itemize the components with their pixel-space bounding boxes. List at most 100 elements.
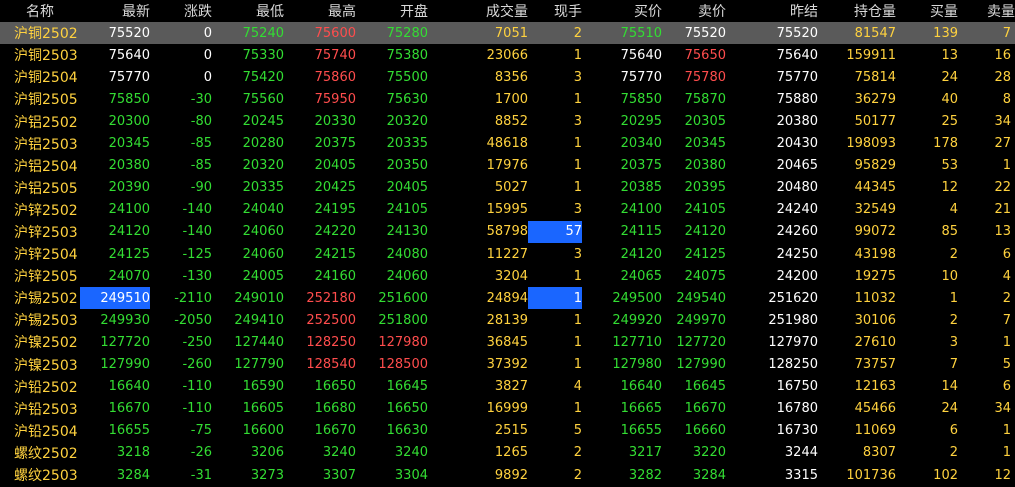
cell-cur: 1	[573, 357, 582, 373]
cell-low: 24060	[242, 246, 284, 262]
cell-prev: 128250	[768, 357, 818, 373]
quote-row[interactable]: 沪锡2502 249510 -2110 249010 252180 251600 24894…	[0, 287, 1015, 310]
quote-row[interactable]: 沪铝2502 20300 -80 20245 20330 20320 8852 3 20295 2…	[0, 110, 1015, 132]
cell-chg: -90	[190, 180, 212, 196]
column-header-bid[interactable]: 买价	[582, 0, 662, 22]
cell-high: 16650	[314, 379, 356, 395]
cell-name: 沪铅2502	[14, 379, 78, 396]
cell-aq: 7	[958, 22, 1015, 45]
quote-row[interactable]: 沪铜2505 75850 -30 75560 75950 75630 1700 1 75850 7…	[0, 88, 1015, 110]
cell-oi: 44345	[854, 180, 896, 196]
cell-name: 沪铅2503	[14, 401, 78, 418]
cell-low: 20320	[242, 158, 284, 174]
cell-vol: 3827	[494, 379, 528, 395]
column-header-low[interactable]: 最低	[212, 0, 284, 22]
cell-aq: 6	[1002, 379, 1011, 395]
cell-vol: 58798	[486, 224, 528, 240]
cell-vol: 24894	[486, 290, 528, 306]
cell-last: 75850	[108, 91, 150, 107]
cell-aq: 1	[1002, 334, 1011, 350]
cell-bid: 24120	[620, 246, 662, 262]
cell-name: 沪锡2503	[14, 313, 78, 330]
column-header-chg[interactable]: 涨跌	[150, 0, 212, 22]
cell-high: 75950	[314, 91, 356, 107]
cell-bid: 16665	[620, 401, 662, 417]
cell-name: 沪铝2505	[14, 180, 78, 197]
cell-high: 24160	[314, 268, 356, 284]
quote-row[interactable]: 沪镍2502 127720 -250 127440 128250 127980 36845 1…	[0, 331, 1015, 353]
cell-low: 16590	[242, 379, 284, 395]
quote-row[interactable]: 沪铝2504 20380 -85 20320 20405 20350 17976 1 20375…	[0, 155, 1015, 177]
column-header-bq[interactable]: 买量	[896, 0, 958, 22]
cell-open: 3240	[394, 445, 428, 461]
cell-prev: 24200	[776, 268, 818, 284]
cell-bq: 4	[949, 202, 958, 218]
cell-prev: 20430	[776, 136, 818, 152]
quote-row[interactable]: 沪铅2503 16670 -110 16605 16680 16650 16999 1 1666…	[0, 398, 1015, 420]
cell-bid: 3217	[628, 445, 662, 461]
cell-oi: 99072	[854, 224, 896, 240]
cell-cur: 1	[573, 136, 582, 152]
cell-high: 20425	[314, 180, 356, 196]
cell-ask: 20395	[684, 180, 726, 196]
quote-row[interactable]: 沪铅2504 16655 -75 16600 16670 16630 2515 5 16655 1…	[0, 420, 1015, 442]
column-header-ask[interactable]: 卖价	[662, 0, 726, 22]
cell-vol: 36845	[486, 334, 528, 350]
column-header-open[interactable]: 开盘	[356, 0, 428, 22]
cell-chg: -110	[182, 401, 212, 417]
cell-open: 24130	[386, 224, 428, 240]
cell-chg: -260	[182, 357, 212, 373]
column-header-last[interactable]: 最新	[80, 0, 150, 22]
cell-high: 20405	[314, 158, 356, 174]
quote-row[interactable]: 沪铜2504 75770 0 75420 75860 75500 8356 3 75770 757…	[0, 66, 1015, 88]
column-header-name[interactable]: 名称	[0, 0, 80, 22]
cell-last: 24100	[108, 202, 150, 218]
cell-last: 3284	[116, 467, 150, 483]
column-header-high[interactable]: 最高	[284, 0, 356, 22]
quote-row[interactable]: 沪铝2503 20345 -85 20280 20375 20335 48618 1 20340…	[0, 133, 1015, 155]
quote-row[interactable]: 沪铝2505 20390 -90 20335 20425 20405 5027 1 20385 2…	[0, 177, 1015, 199]
cell-low: 75560	[242, 91, 284, 107]
quote-row[interactable]: 沪锌2504 24125 -125 24060 24215 24080 11227 3 2412…	[0, 243, 1015, 265]
quote-row[interactable]: 沪镍2503 127990 -260 127790 128540 128500 37392 1…	[0, 354, 1015, 376]
quote-row[interactable]: 沪锡2503 249930 -2050 249410 252500 251800 28139…	[0, 309, 1015, 331]
cell-vol: 37392	[486, 357, 528, 373]
cell-ask: 75870	[684, 91, 726, 107]
quote-row[interactable]: 螺纹2502 3218 -26 3206 3240 3240 1265 2 3217 3220 32…	[0, 442, 1015, 464]
cell-bq: 6	[949, 423, 958, 439]
column-header-cur[interactable]: 现手	[528, 0, 582, 22]
header-row: 名称 最新 涨跌 最低 最高 开盘 成交量 现手 买价 卖价 昨结 持仓量 买量 卖量	[0, 0, 1015, 22]
cell-low: 127790	[234, 357, 284, 373]
cell-bid: 75850	[620, 91, 662, 107]
cell-vol: 15995	[486, 202, 528, 218]
cell-name: 沪锡2502	[14, 291, 78, 308]
quote-row[interactable]: 沪铜2503 75640 0 75330 75740 75380 23066 1 75640 75…	[0, 44, 1015, 66]
cell-open: 24080	[386, 246, 428, 262]
quote-row[interactable]: 螺纹2503 3284 -31 3273 3307 3304 9892 2 3282 3284 33…	[0, 464, 1015, 486]
quote-row[interactable]: 沪铜2502 75520 0 75240 75600 75280 7051 2 75510 755…	[0, 22, 1015, 45]
quote-row[interactable]: 沪铅2502 16640 -110 16590 16650 16645 3827 4 16640…	[0, 376, 1015, 398]
cell-cur: 1	[573, 268, 582, 284]
cell-prev: 3244	[784, 445, 818, 461]
cell-chg: 0	[203, 69, 212, 85]
quote-row[interactable]: 沪锌2502 24100 -140 24040 24195 24105 15995 3 2410…	[0, 199, 1015, 221]
cell-bq: 24	[941, 401, 958, 417]
column-header-prev[interactable]: 昨结	[726, 0, 818, 22]
cell-low: 20245	[242, 114, 284, 130]
cell-high: 75600	[284, 22, 356, 45]
cell-name: 螺纹2503	[14, 468, 78, 485]
cell-aq: 21	[994, 202, 1011, 218]
cell-cur: 1	[573, 180, 582, 196]
cell-last: 16640	[108, 379, 150, 395]
column-header-oi[interactable]: 持仓量	[818, 0, 896, 22]
cell-chg: -250	[182, 334, 212, 350]
column-header-aq[interactable]: 卖量	[958, 0, 1015, 22]
quote-row[interactable]: 沪锌2503 24120 -140 24060 24220 24130 58798 57 241…	[0, 220, 1015, 244]
cell-high: 128250	[306, 334, 356, 350]
cell-aq: 6	[1002, 246, 1011, 262]
quote-row[interactable]: 沪锌2505 24070 -130 24005 24160 24060 3204 1 24065…	[0, 265, 1015, 287]
cell-prev: 75770	[776, 69, 818, 85]
cell-ask: 20380	[684, 158, 726, 174]
column-header-vol[interactable]: 成交量	[428, 0, 528, 22]
cell-bid: 249920	[612, 312, 662, 328]
